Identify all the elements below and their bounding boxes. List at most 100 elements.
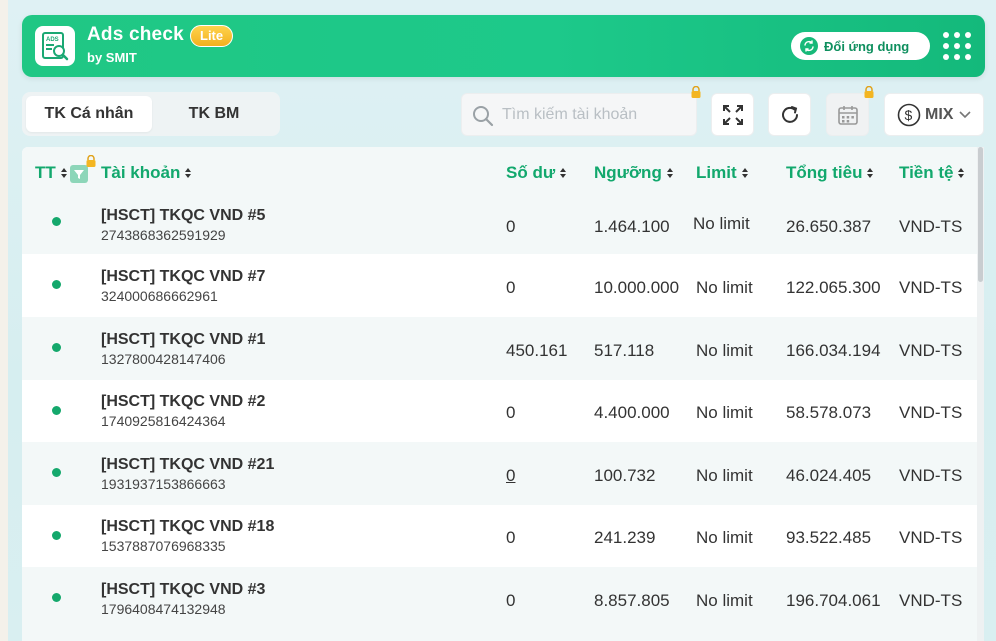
svg-text:$: $ xyxy=(905,107,913,123)
calendar-icon xyxy=(838,106,858,125)
tab-personal[interactable]: TK Cá nhân xyxy=(26,96,152,132)
account-name: [HSCT] TKQC VND #2 xyxy=(101,393,266,410)
account-id: 1537887076968335 xyxy=(101,538,226,554)
status-dot xyxy=(52,406,61,415)
col-account[interactable]: Tài khoản xyxy=(101,163,192,183)
total-spend-cell: 122.065.300 xyxy=(786,278,881,297)
currency-cell: VND-TS xyxy=(899,217,963,236)
table-row[interactable]: [HSCT] TKQC VND #2 1740925816424364 0 4.… xyxy=(22,379,981,442)
account-name: [HSCT] TKQC VND #3 xyxy=(101,581,266,598)
total-spend-cell: 93.522.485 xyxy=(786,528,872,547)
threshold-cell: 517.118 xyxy=(594,341,655,360)
table-row[interactable]: [HSCT] TKQC VND #3 1796408474132948 0 8.… xyxy=(22,567,981,641)
status-dot xyxy=(52,217,61,226)
currency-cell: VND-TS xyxy=(899,278,963,297)
threshold-cell: 100.732 xyxy=(594,466,656,485)
expand-button[interactable] xyxy=(711,93,754,136)
sort-icon xyxy=(560,168,567,178)
lock-icon xyxy=(86,155,96,167)
sort-icon xyxy=(60,168,67,178)
lite-badge: Lite xyxy=(190,25,234,47)
sort-icon xyxy=(958,168,965,178)
currency-cell: VND-TS xyxy=(899,341,963,360)
app-logo: ADS xyxy=(35,26,75,66)
limit-cell: No limit xyxy=(696,466,753,485)
search-input[interactable] xyxy=(502,102,688,128)
col-limit[interactable]: Limit xyxy=(696,163,749,183)
expand-icon xyxy=(723,105,743,125)
account-id: 324000686662961 xyxy=(101,288,218,304)
threshold-cell: 1.464.100 xyxy=(594,217,670,236)
currency-cell: VND-TS xyxy=(899,528,963,547)
app-header: ADS Ads check Lite by SMIT Đổi ứng dụng xyxy=(22,15,985,77)
table-row[interactable]: [HSCT] TKQC VND #1 1327800428147406 450.… xyxy=(22,317,981,380)
table-row[interactable]: [HSCT] TKQC VND #18 1537887076968335 0 2… xyxy=(22,504,981,567)
lock-icon xyxy=(864,86,874,98)
col-currency[interactable]: Tiền tệ xyxy=(899,163,965,183)
limit-cell: No limit xyxy=(696,528,753,547)
background-window-edge xyxy=(0,0,8,641)
total-spend-cell: 166.034.194 xyxy=(786,341,881,360)
account-name: [HSCT] TKQC VND #1 xyxy=(101,331,266,348)
total-spend-cell: 58.578.073 xyxy=(786,403,872,422)
switch-app-button[interactable]: Đổi ứng dụng xyxy=(791,32,930,60)
switch-icon xyxy=(800,37,818,55)
chevron-down-icon xyxy=(959,110,972,118)
account-name: [HSCT] TKQC VND #18 xyxy=(101,518,275,535)
app-title: Ads check xyxy=(87,24,184,45)
currency-select-label: MIX xyxy=(925,105,954,123)
apps-grid-icon[interactable] xyxy=(940,29,974,63)
balance-cell: 0 xyxy=(506,217,516,236)
limit-cell: No limit xyxy=(696,341,753,360)
filter-icon[interactable] xyxy=(70,165,88,183)
col-balance[interactable]: Số dư xyxy=(506,163,567,183)
balance-cell[interactable]: 0 xyxy=(506,466,515,486)
table-row[interactable]: [HSCT] TKQC VND #7 324000686662961 0 10.… xyxy=(22,254,981,317)
account-id: 1327800428147406 xyxy=(101,351,226,367)
ads-check-logo-icon: ADS xyxy=(42,32,69,61)
lock-icon xyxy=(691,86,701,98)
total-spend-cell: 26.650.387 xyxy=(786,217,872,236)
limit-cell: No limit xyxy=(696,278,753,297)
table-scrollbar[interactable] xyxy=(977,147,984,641)
app-subtitle: by SMIT xyxy=(87,50,137,65)
sort-icon xyxy=(185,168,192,178)
dollar-circle-icon: $ xyxy=(897,103,921,126)
account-id: 1796408474132948 xyxy=(101,601,226,617)
search-icon xyxy=(473,106,494,127)
limit-cell: No limit xyxy=(693,214,750,233)
refresh-icon xyxy=(782,106,798,123)
col-total-spend[interactable]: Tổng tiêu xyxy=(786,163,874,183)
threshold-cell: 241.239 xyxy=(594,528,656,547)
refresh-button[interactable] xyxy=(768,93,811,136)
balance-cell: 0 xyxy=(506,528,516,547)
sort-icon xyxy=(741,168,748,178)
date-filter-button[interactable] xyxy=(826,93,869,136)
col-threshold[interactable]: Ngưỡng xyxy=(594,163,674,183)
status-dot xyxy=(52,280,61,289)
tab-bm[interactable]: TK BM xyxy=(152,96,276,132)
status-dot xyxy=(52,593,61,602)
scrollbar-thumb[interactable] xyxy=(978,147,983,282)
limit-cell: No limit xyxy=(696,403,753,422)
account-name: [HSCT] TKQC VND #7 xyxy=(101,268,266,285)
col-status[interactable]: TT xyxy=(35,163,68,183)
account-id: 2743868362591929 xyxy=(101,227,226,243)
table-row[interactable]: [HSCT] TKQC VND #5 2743868362591929 0 1.… xyxy=(22,192,981,254)
threshold-cell: 8.857.805 xyxy=(594,591,670,610)
currency-cell: VND-TS xyxy=(899,591,963,610)
svg-text:ADS: ADS xyxy=(46,37,59,43)
table-row[interactable]: [HSCT] TKQC VND #21 1931937153866663 0 1… xyxy=(22,442,981,505)
currency-cell: VND-TS xyxy=(899,466,963,485)
switch-app-label: Đổi ứng dụng xyxy=(824,38,910,54)
currency-cell: VND-TS xyxy=(899,403,963,422)
sort-icon xyxy=(867,168,874,178)
balance-cell: 0 xyxy=(506,591,516,610)
currency-select[interactable]: $ MIX xyxy=(884,93,984,136)
account-type-tabs: TK Cá nhân TK BM xyxy=(22,92,280,136)
account-name: [HSCT] TKQC VND #5 xyxy=(101,207,266,224)
accounts-table: TT Tài khoản Số dư Ngưỡng Limit Tổng tiê… xyxy=(22,147,981,641)
account-name: [HSCT] TKQC VND #21 xyxy=(101,456,275,473)
threshold-cell: 10.000.000 xyxy=(594,278,680,297)
account-id: 1931937153866663 xyxy=(101,476,226,492)
